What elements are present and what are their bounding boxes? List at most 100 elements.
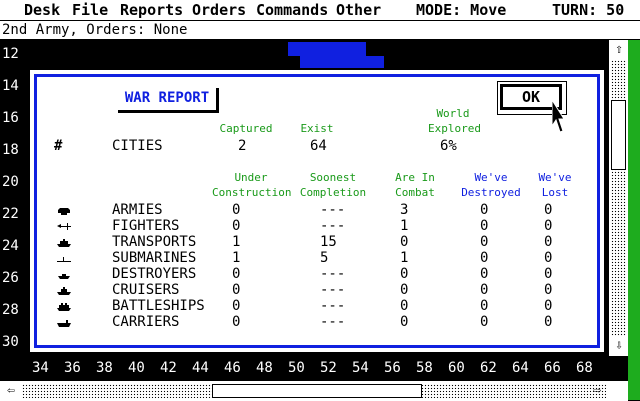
under-construction-value: 0 (232, 266, 241, 282)
under-construction-value: 0 (232, 202, 241, 218)
side-bar (628, 40, 640, 400)
lost-value: 0 (544, 314, 553, 330)
transport-icon (57, 239, 71, 247)
battleship-icon (57, 303, 71, 311)
soonest-completion-value: 5 (320, 250, 329, 266)
soonest-completion-header: Soonest Completion (299, 171, 367, 199)
destroyed-value: 0 (480, 282, 489, 298)
mode-status: MODE: Move (416, 1, 507, 19)
unit-name: FIGHTERS (112, 218, 180, 234)
row-label: 18 (2, 142, 19, 158)
unit-name: DESTROYERS (112, 266, 197, 282)
lost-value: 0 (544, 234, 553, 250)
col-label: 68 (576, 360, 593, 376)
col-label: 36 (64, 360, 81, 376)
horizontal-scrollbar[interactable]: ⇦ ⇨ (0, 380, 628, 401)
destroyed-value: 0 (480, 202, 489, 218)
exist-value: 64 (310, 138, 327, 154)
war-report-dialog: WAR REPORT OK # CITIES Captured Exist Wo… (30, 70, 604, 352)
water-tile (288, 42, 366, 56)
menu-desk[interactable]: Desk (24, 0, 60, 20)
destroyed-value: 0 (480, 218, 489, 234)
carrier-icon (57, 320, 71, 327)
horizontal-scroll-thumb[interactable] (212, 384, 422, 398)
col-label: 66 (544, 360, 561, 376)
col-label: 48 (256, 360, 273, 376)
scroll-left-icon[interactable]: ⇦ (2, 383, 20, 399)
unit-name: ARMIES (112, 202, 163, 218)
col-label: 56 (384, 360, 401, 376)
vertical-scroll-thumb[interactable] (611, 100, 626, 170)
col-label: 54 (352, 360, 369, 376)
under-construction-value: 0 (232, 218, 241, 234)
under-construction-value: 0 (232, 282, 241, 298)
soonest-completion-value: --- (320, 282, 346, 298)
unit-name: BATTLESHIPS (112, 298, 205, 314)
row-label: 20 (2, 174, 19, 190)
in-combat-header: Are In Combat (395, 171, 435, 199)
destroyed-header: We've Destroyed (461, 171, 521, 199)
scroll-down-icon[interactable]: ⇩ (610, 338, 628, 354)
under-construction-value: 0 (232, 298, 241, 314)
under-construction-header: Under Construction (212, 171, 292, 199)
col-label: 52 (320, 360, 337, 376)
in-combat-value: 1 (400, 218, 409, 234)
under-construction-value: 0 (232, 314, 241, 330)
unit-name: CRUISERS (112, 282, 180, 298)
destroyed-value: 0 (480, 250, 489, 266)
scroll-right-icon[interactable]: ⇨ (588, 383, 606, 399)
turn-status: TURN: 50 (552, 1, 625, 19)
col-label: 50 (288, 360, 305, 376)
col-label: 62 (480, 360, 497, 376)
scroll-up-icon[interactable]: ⇧ (610, 42, 628, 58)
captured-value: 2 (238, 138, 247, 154)
destroyed-value: 0 (480, 314, 489, 330)
column-coordinates: 34 36 38 40 42 44 46 48 50 52 54 56 58 6… (0, 356, 608, 380)
in-combat-value: 0 (400, 314, 409, 330)
lost-value: 0 (544, 282, 553, 298)
under-construction-value: 1 (232, 250, 241, 266)
vertical-scrollbar[interactable]: ⇧ ⇩ (608, 40, 629, 356)
in-combat-value: 0 (400, 266, 409, 282)
menu-other[interactable]: Other (336, 0, 381, 20)
in-combat-value: 0 (400, 234, 409, 250)
menu-orders[interactable]: Orders (192, 0, 246, 20)
col-label: 60 (448, 360, 465, 376)
lost-value: 0 (544, 298, 553, 314)
mouse-cursor-icon (552, 100, 564, 133)
soonest-completion-value: 15 (320, 234, 337, 250)
row-label: 28 (2, 302, 19, 318)
submarine-icon (57, 257, 71, 262)
unit-name: CARRIERS (112, 314, 180, 330)
menu-file[interactable]: File (72, 0, 108, 20)
row-label: 30 (2, 334, 19, 350)
cities-icon: # (54, 138, 63, 154)
menu-commands[interactable]: Commands (256, 0, 328, 20)
unit-name: TRANSPORTS (112, 234, 197, 250)
row-label: 24 (2, 238, 19, 254)
col-label: 44 (192, 360, 209, 376)
col-label: 40 (128, 360, 145, 376)
row-label: 14 (2, 78, 19, 94)
soonest-completion-value: --- (320, 218, 346, 234)
destroyed-value: 0 (480, 298, 489, 314)
lost-value: 0 (544, 250, 553, 266)
captured-header: Captured (219, 122, 273, 135)
destroyed-value: 0 (480, 234, 489, 250)
lost-value: 0 (544, 202, 553, 218)
col-label: 58 (416, 360, 433, 376)
in-combat-value: 1 (400, 250, 409, 266)
row-label: 22 (2, 206, 19, 222)
unit-info-bar: 2nd Army, Orders: None (0, 21, 640, 40)
row-label: 26 (2, 270, 19, 286)
destroyed-value: 0 (480, 266, 489, 282)
menu-reports[interactable]: Reports (120, 0, 183, 20)
cruiser-icon (57, 287, 71, 295)
row-coordinates: 12 14 16 18 20 22 24 26 28 30 (0, 40, 28, 356)
soonest-completion-value: --- (320, 202, 346, 218)
col-label: 42 (160, 360, 177, 376)
col-label: 34 (32, 360, 49, 376)
soonest-completion-value: --- (320, 298, 346, 314)
exist-header: Exist (300, 122, 334, 135)
menu-bar: Desk File Reports Orders Commands Other … (0, 0, 640, 21)
